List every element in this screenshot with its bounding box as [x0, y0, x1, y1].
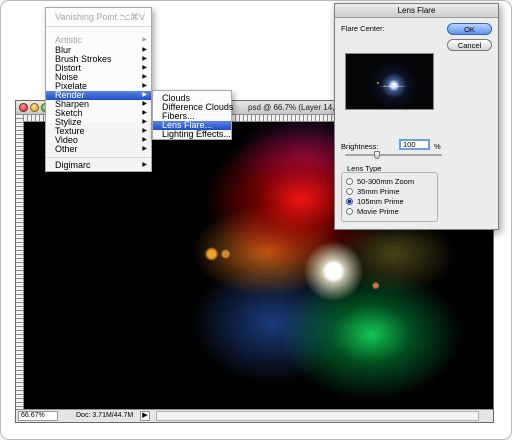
- vertical-ruler[interactable]: [16, 115, 24, 409]
- brightness-slider-thumb[interactable]: [374, 151, 380, 159]
- menu-item-shortcut: ⌥⌘V: [119, 12, 145, 22]
- brightness-slider-track[interactable]: [345, 154, 442, 156]
- filter-menu: Vanishing Point... ⌥⌘V Artistic ▶ Blur ▶…: [45, 7, 152, 172]
- brightness-label: Brightness:: [341, 142, 379, 151]
- brightness-unit: %: [434, 142, 441, 151]
- submenu-arrow-icon: ▶: [142, 37, 147, 43]
- lens-type-option-label: 50-300mm Zoom: [357, 177, 415, 186]
- submenu-arrow-icon: ▶: [142, 128, 147, 134]
- menu-item-vanishing-point: Vanishing Point... ⌥⌘V: [46, 13, 151, 22]
- submenu-arrow-icon: ▶: [142, 56, 147, 62]
- document-status-bar: 66.67% Doc: 3.71M/44.7M ▶: [16, 409, 493, 422]
- minimize-window-button[interactable]: [30, 103, 39, 112]
- dialog-title: Lens Flare: [335, 4, 498, 18]
- brightness-input[interactable]: 100: [399, 139, 430, 150]
- document-size-info: Doc: 3.71M/44.7M: [76, 412, 134, 419]
- status-menu-arrow-icon[interactable]: ▶: [140, 411, 150, 421]
- cancel-button[interactable]: Cancel: [447, 39, 492, 51]
- submenu-arrow-icon: ▶: [142, 92, 147, 98]
- zoom-level-field[interactable]: 66.67%: [18, 411, 58, 421]
- submenu-arrow-icon: ▶: [142, 83, 147, 89]
- radio-button[interactable]: [346, 198, 353, 205]
- horizontal-scrollbar[interactable]: [156, 411, 479, 421]
- submenu-arrow-icon: ▶: [142, 110, 147, 116]
- menu-item-label: Other: [55, 144, 78, 154]
- submenu-arrow-icon: ▶: [142, 162, 147, 168]
- flare-reflection: [377, 82, 379, 84]
- radio-button[interactable]: [346, 178, 353, 185]
- menu-item-label: Digimarc: [55, 160, 91, 170]
- ok-button[interactable]: OK: [447, 23, 492, 35]
- menu-item-digimarc[interactable]: Digimarc ▶: [46, 161, 151, 170]
- submenu-arrow-icon: ▶: [142, 146, 147, 152]
- menu-item-other[interactable]: Other ▶: [46, 145, 151, 154]
- lens-flare-dialog: Lens Flare Flare Center: OK Cancel Brigh…: [334, 3, 499, 230]
- screenshot-frame: psd @ 66.7% (Layer 14, RGB/8) 66.67% Doc…: [0, 0, 512, 440]
- submenu-arrow-icon: ▶: [142, 137, 147, 143]
- flare-streak: [378, 86, 408, 87]
- lens-type-option-label: Movie Prime: [357, 207, 399, 216]
- close-window-button[interactable]: [19, 103, 28, 112]
- lens-type-option-label: 105mm Prime: [357, 197, 404, 206]
- menu-item-artistic[interactable]: Artistic ▶: [46, 36, 151, 45]
- submenu-arrow-icon: ▶: [142, 47, 147, 53]
- submenu-item-lighting-effects[interactable]: Lighting Effects...: [153, 130, 231, 139]
- submenu-arrow-icon: ▶: [142, 101, 147, 107]
- menu-item-label: Vanishing Point...: [55, 12, 125, 22]
- flare-reflection: [384, 85, 385, 86]
- submenu-arrow-icon: ▶: [142, 119, 147, 125]
- menu-separator: [46, 157, 151, 158]
- render-submenu: Clouds Difference Clouds Fibers... Lens …: [152, 90, 233, 140]
- lens-type-option-label: 35mm Prime: [357, 187, 400, 196]
- radio-button[interactable]: [346, 188, 353, 195]
- submenu-arrow-icon: ▶: [142, 74, 147, 80]
- submenu-arrow-icon: ▶: [142, 65, 147, 71]
- radio-button[interactable]: [346, 208, 353, 215]
- flare-center-preview[interactable]: [345, 53, 434, 110]
- menu-item-label: Artistic: [55, 35, 82, 45]
- menu-separator: [46, 26, 151, 27]
- flare-center-label: Flare Center:: [341, 24, 385, 33]
